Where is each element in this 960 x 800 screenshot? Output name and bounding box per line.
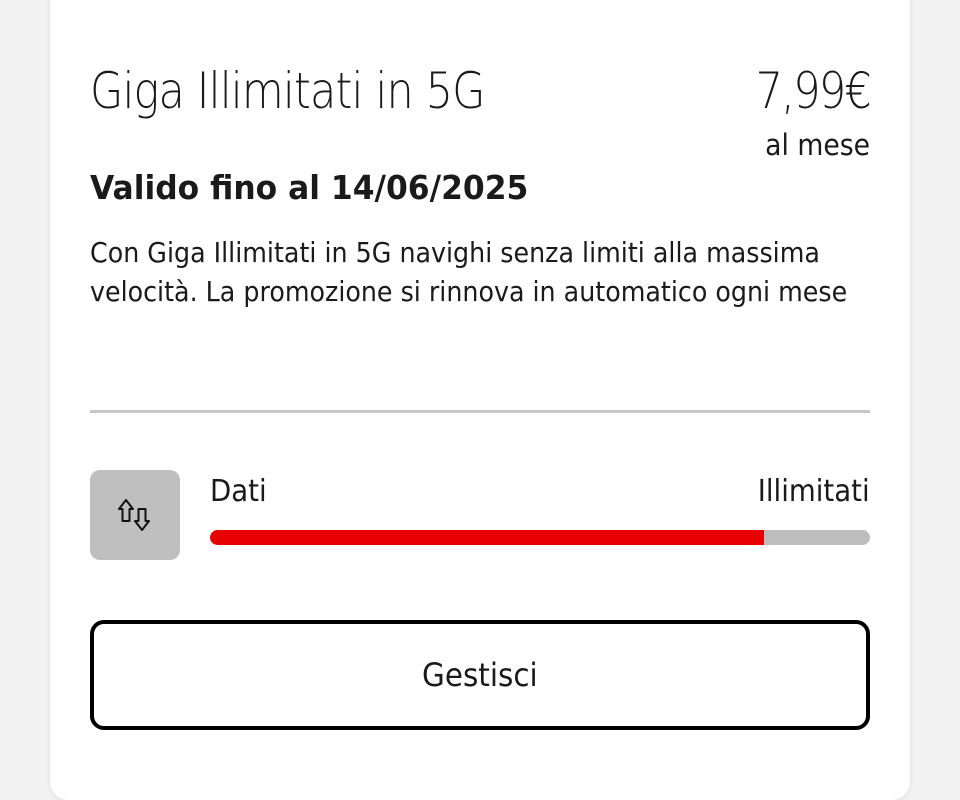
- offer-description: Con Giga Illimitati in 5G navighi senza …: [90, 236, 848, 308]
- data-transfer-arrows-icon: [118, 499, 150, 531]
- data-usage-icon-box: [90, 470, 180, 560]
- offer-title: Giga Illimitati in 5G: [90, 62, 485, 120]
- data-usage-progress-track: [210, 530, 870, 545]
- price-period: al mese: [765, 128, 870, 162]
- manage-button[interactable]: Gestisci: [90, 620, 870, 730]
- data-usage-progress-fill: [210, 530, 765, 545]
- data-usage-label: Dati: [210, 474, 267, 509]
- offer-price: 7,99€: [755, 62, 871, 120]
- manage-button-label: Gestisci: [422, 656, 538, 694]
- offer-header: Giga Illimitati in 5G 7,99€ al mese: [90, 60, 872, 170]
- data-usage-value: Illimitati: [758, 474, 870, 509]
- divider: [90, 410, 870, 413]
- offer-validity: Valido fino al 14/06/2025: [90, 168, 529, 207]
